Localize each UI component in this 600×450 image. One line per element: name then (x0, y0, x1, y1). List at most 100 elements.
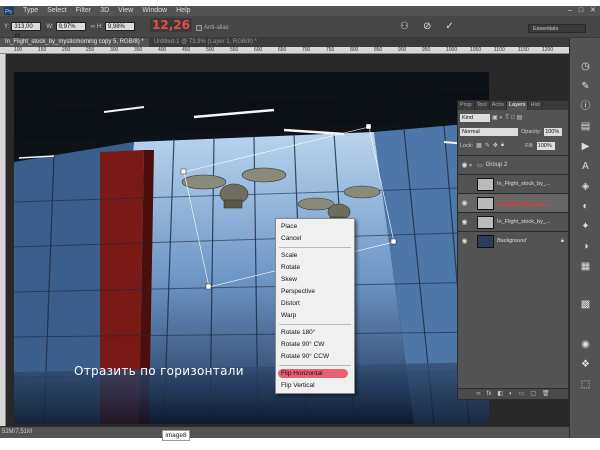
warp-mode-icon[interactable]: ⚇ (400, 21, 409, 32)
brush-preset-icon[interactable]: ✎ (579, 80, 592, 93)
visibility-eye-icon[interactable]: ◉ (460, 218, 469, 226)
lock-all-icon[interactable]: 🔒︎ (501, 142, 504, 149)
tab-untitled-document[interactable]: Untitled-1 @ 73,9% (Layer 1, RGB/8) * (149, 38, 262, 47)
color-icon[interactable]: ◉ (579, 338, 592, 351)
tab-actions[interactable]: Actio (490, 101, 507, 110)
ruler-tick: 250 (86, 47, 95, 53)
minimize-icon[interactable]: – (568, 6, 572, 16)
ruler-tick: 1000 (446, 47, 458, 53)
menu-filter[interactable]: Filter (76, 6, 92, 16)
menu-item-scale[interactable]: Scale (276, 250, 354, 262)
pixel-filter-icon[interactable]: ▣ (492, 114, 498, 121)
styles-icon[interactable]: ▦ (579, 260, 592, 273)
menu-item-distort[interactable]: Distort (276, 298, 354, 310)
flip-horizontal-label: Flip Horizontal (281, 370, 323, 377)
visibility-eye-icon[interactable]: ◉ (460, 199, 469, 207)
ruler-tick: 500 (206, 47, 215, 53)
maximize-icon[interactable]: □ (579, 6, 583, 16)
character-icon[interactable]: A (579, 160, 592, 173)
link-layers-icon[interactable]: ∞ (476, 389, 480, 399)
kind-filter-select[interactable]: Kind (460, 113, 490, 122)
menu-item-perspective[interactable]: Perspective (276, 286, 354, 298)
lock-position-icon[interactable]: ✥ (493, 142, 498, 149)
fill-field[interactable]: 100% (536, 141, 555, 150)
new-group-icon[interactable]: ▭ (519, 389, 525, 399)
tab-properties[interactable]: Prop (458, 101, 475, 110)
lock-image-icon[interactable]: ✎ (485, 142, 490, 149)
panel-footer: ∞ fx ◧ ◐ ▭ ▢ 🗑︎ (458, 388, 568, 399)
layer-row-selected[interactable]: ◉ In_Flight_stock_by_... (458, 193, 568, 212)
paths-icon[interactable]: ✦ (579, 220, 592, 233)
link-icon[interactable]: ∞ (91, 24, 95, 30)
expand-arrow-icon[interactable]: ▾ (469, 162, 477, 169)
layer-name: In_Flight_stock_by_... (497, 181, 551, 187)
tab-in-flight-document[interactable]: In_Flight_stock_by_mysticmorning copy 5,… (0, 38, 149, 47)
menu-item-flip-horizontal[interactable]: Flip Horizontal (276, 368, 354, 380)
tab-history[interactable]: Hist (528, 101, 543, 110)
menu-item-rotate[interactable]: Rotate (276, 262, 354, 274)
trash-icon[interactable]: 🗑︎ (542, 389, 550, 399)
workspace-switcher[interactable]: Essentials (528, 24, 586, 33)
navigator-icon[interactable]: ⬚ (579, 378, 592, 391)
new-layer-icon[interactable]: ▢ (530, 389, 536, 399)
add-mask-icon[interactable]: ◧ (497, 389, 503, 399)
layer-row[interactable]: In_Flight_stock_by_... (458, 174, 568, 193)
layer-row[interactable]: ◉ In_Flight_stock_by_... (458, 212, 568, 231)
menu-view[interactable]: View (118, 6, 133, 16)
visibility-eye-icon[interactable]: ◉ (460, 237, 469, 245)
height-label: H: (96, 23, 103, 30)
play-action-icon[interactable]: ▶ (579, 140, 592, 153)
width-percent-field[interactable]: 9,97% (55, 22, 86, 31)
antialias-option[interactable]: Anti-alias (196, 25, 229, 31)
shape-filter-icon[interactable]: □ (511, 115, 515, 121)
menu-item-place[interactable]: Place (276, 221, 354, 233)
smart-filter-icon[interactable]: ▤ (517, 114, 523, 121)
menu-separator (279, 324, 351, 325)
cancel-transform-icon[interactable]: ⊘ (423, 21, 431, 32)
ruler-tick: 750 (326, 47, 335, 53)
menu-3d[interactable]: 3D (100, 6, 109, 16)
close-icon[interactable]: ✕ (590, 6, 596, 16)
layer-row[interactable]: ◉ ▾ ▭ Group 2 (458, 155, 568, 174)
adjustment-filter-icon[interactable]: ◐ (500, 115, 504, 121)
menu-select[interactable]: Select (47, 6, 66, 16)
lock-transparent-icon[interactable]: ▦ (476, 142, 482, 149)
history-icon[interactable]: ◷ (579, 60, 592, 73)
angle-field[interactable]: 12,26 (150, 18, 192, 32)
visibility-eye-icon[interactable]: ◉ (460, 161, 469, 169)
layer-style-icon[interactable]: fx (487, 389, 492, 399)
menu-item-cancel[interactable]: Cancel (276, 233, 354, 245)
lock-icon: 🔒︎ (560, 237, 564, 244)
antialias-label: Anti-alias (204, 25, 229, 31)
menu-item-rotate-90-ccw[interactable]: Rotate 90° CCW (276, 351, 354, 363)
tab-layers[interactable]: Layers (506, 101, 529, 110)
layer-thumbnail (477, 177, 494, 191)
info-icon[interactable]: ⓘ (579, 100, 592, 113)
menu-item-rotate-180[interactable]: Rotate 180° (276, 327, 354, 339)
adjustment-layer-icon[interactable]: ◐ (509, 389, 513, 399)
menu-window[interactable]: Window (142, 6, 167, 16)
height-percent-field[interactable]: 9,98% (104, 22, 135, 31)
layer-row[interactable]: ◉ Background 🔒︎ (458, 231, 568, 250)
blend-mode-select[interactable]: Normal (460, 127, 518, 136)
menu-item-rotate-90-cw[interactable]: Rotate 90° CW (276, 339, 354, 351)
menu-type[interactable]: Type (23, 6, 38, 16)
menu-help[interactable]: Help (176, 6, 190, 16)
menu-item-flip-vertical[interactable]: Flip Vertical (276, 380, 354, 392)
type-filter-icon[interactable]: T (505, 115, 509, 121)
adjustments-icon[interactable]: ◑ (579, 240, 592, 253)
layers-icon[interactable]: ◈ (579, 180, 592, 193)
y-position-field[interactable]: 313,00 px (11, 22, 42, 39)
clone-source-icon[interactable]: ❖ (579, 358, 592, 371)
swatches-icon[interactable]: ▩ (579, 298, 592, 311)
menu-item-skew[interactable]: Skew (276, 274, 354, 286)
antialias-checkbox[interactable] (196, 25, 202, 31)
bottom-margin (0, 438, 600, 450)
channels-icon[interactable]: ◐ (579, 200, 592, 213)
layer-name: In_Flight_stock_by_... (497, 219, 551, 225)
tab-tool-presets[interactable]: Tool (475, 101, 490, 110)
properties-icon[interactable]: ▤ (579, 120, 592, 133)
opacity-field[interactable]: 100% (544, 127, 563, 136)
menu-item-warp[interactable]: Warp (276, 310, 354, 322)
commit-transform-icon[interactable]: ✓ (445, 21, 453, 32)
